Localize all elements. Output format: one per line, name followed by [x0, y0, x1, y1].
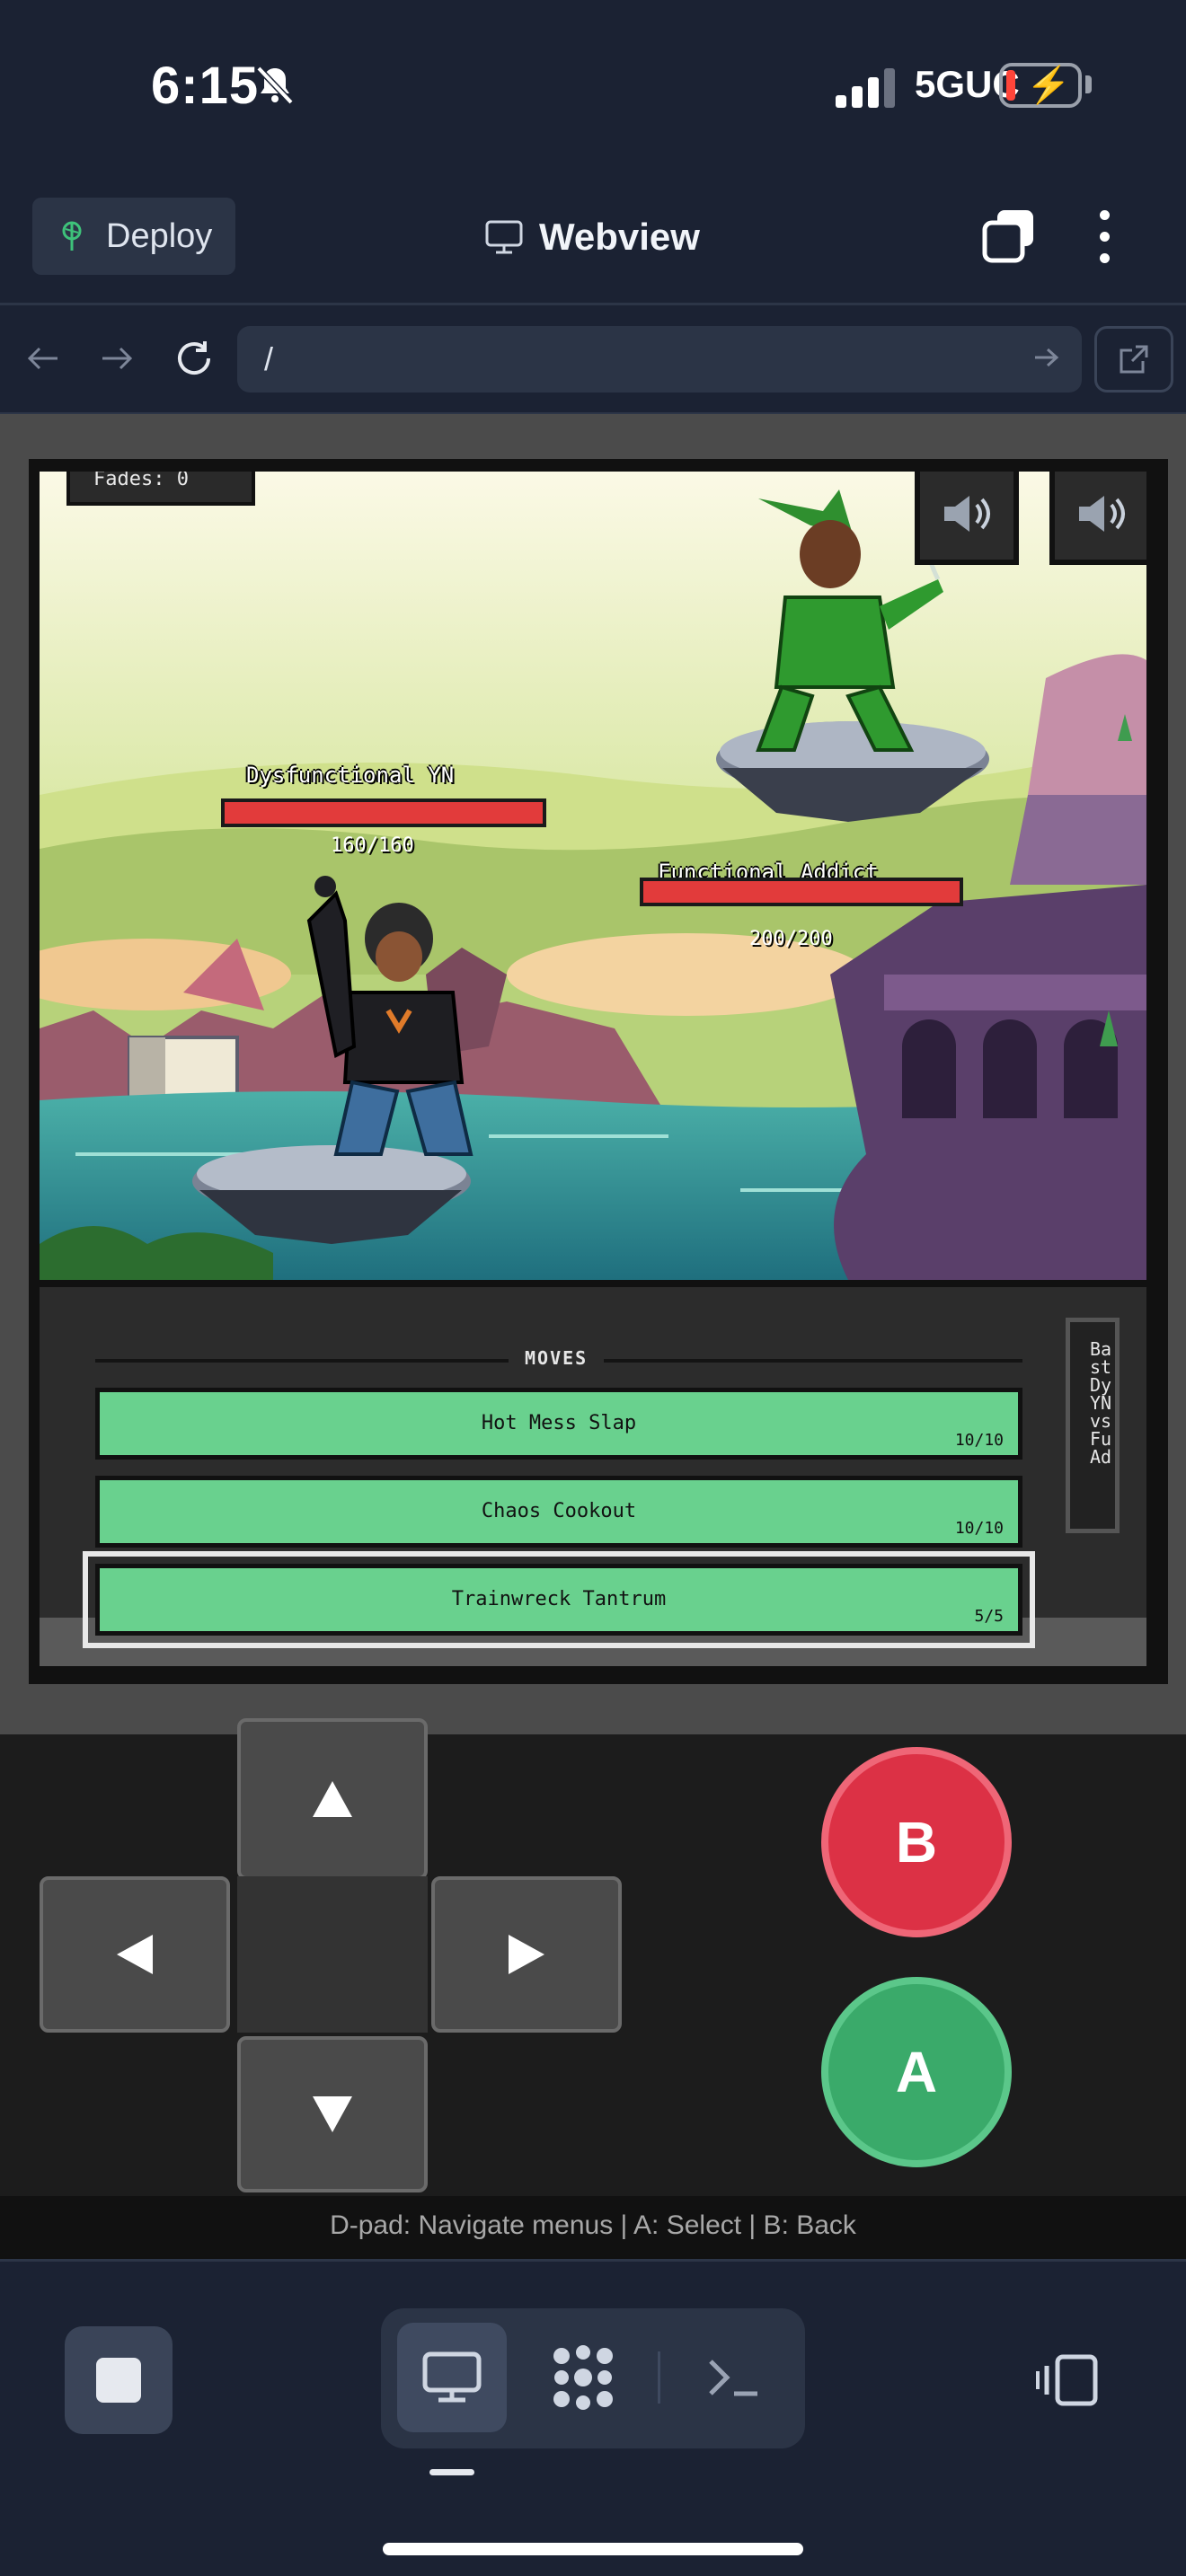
signal-icon [836, 66, 895, 108]
speaker-icon [944, 496, 990, 532]
deploy-label: Deploy [106, 216, 213, 255]
dpad-center [237, 1876, 428, 2033]
controls-hint: D-pad: Navigate menus | A: Select | B: B… [330, 2210, 856, 2240]
move-pp: 5/5 [974, 1607, 1004, 1626]
back-button[interactable] [16, 331, 70, 385]
arrow-up-icon [313, 1781, 352, 1817]
open-external-icon [1120, 345, 1148, 374]
desktop-icon [422, 2351, 482, 2403]
webview-toolbar: Deploy Webview [0, 171, 1186, 305]
back-arrow-icon [27, 347, 58, 370]
apps-grid-icon [553, 2345, 613, 2410]
player-hp-text: 160/160 [331, 834, 414, 857]
a-button[interactable]: A [821, 1977, 1012, 2167]
go-arrow-icon[interactable] [1033, 344, 1060, 371]
moves-header: MOVES [95, 1347, 1022, 1369]
game-area: Fades: 0 Dysfunctional YN 160/160 Functi… [0, 414, 1186, 1734]
bottom-nav [0, 2259, 1186, 2576]
url-bar: / [0, 308, 1186, 414]
desktop-mode-button[interactable] [397, 2323, 507, 2432]
opponent-hp-bar [640, 878, 963, 906]
mode-divider [658, 2351, 660, 2404]
active-mode-indicator [429, 2469, 474, 2475]
open-external-button[interactable] [1094, 326, 1173, 393]
fades-label: Fades: 0 [93, 472, 189, 490]
move-pp: 10/10 [954, 1431, 1004, 1450]
apps-mode-button[interactable] [528, 2323, 638, 2432]
move-button-trainwreck-tantrum[interactable]: Trainwreck Tantrum 5/5 [83, 1551, 1035, 1648]
arrow-down-icon [313, 2096, 352, 2132]
home-indicator[interactable] [383, 2543, 803, 2555]
status-bar: 6:15 5GUC ⚡ [0, 0, 1186, 171]
stop-button[interactable] [65, 2326, 173, 2434]
deploy-icon [62, 221, 82, 251]
status-time: 6:15 [151, 57, 260, 115]
move-button-hot-mess-slap[interactable]: Hot Mess Slap 10/10 [95, 1388, 1022, 1460]
fades-counter: Fades: 0 [66, 472, 255, 506]
reload-button[interactable] [167, 331, 221, 385]
b-button[interactable]: B [821, 1747, 1012, 1937]
dpad-down-button[interactable] [237, 2036, 428, 2192]
music-toggle-button[interactable] [915, 472, 1019, 565]
forward-arrow-icon [102, 347, 133, 370]
stop-icon [96, 2358, 141, 2403]
arrow-left-icon [117, 1935, 153, 1974]
sfx-toggle-button[interactable] [1049, 472, 1146, 565]
moves-panel: MOVES Hot Mess Slap 10/10 Chaos Cookout … [40, 1287, 1146, 1666]
url-value: / [264, 340, 274, 377]
side-panel-button[interactable] [1031, 2344, 1103, 2416]
terminal-icon [709, 2360, 757, 2396]
deploy-button[interactable]: Deploy [32, 198, 235, 275]
player-name: Dysfunctional YN [246, 763, 455, 788]
more-vertical-icon[interactable] [1098, 210, 1111, 264]
moves-title: MOVES [509, 1347, 605, 1369]
battery-nub [1085, 75, 1092, 93]
arrow-right-icon [509, 1935, 544, 1974]
dpad-left-button[interactable] [40, 1876, 230, 2033]
battle-log[interactable]: Ba st Dy YN vs Fu Ad [1066, 1318, 1120, 1533]
dpad-up-button[interactable] [237, 1718, 428, 1880]
speaker-icon [1079, 496, 1125, 532]
battle-background [40, 472, 1146, 1280]
url-input[interactable]: / [237, 326, 1082, 393]
battle-log-text: Ba st Dy YN vs Fu Ad [1090, 1338, 1112, 1468]
opponent-hp-text: 200/200 [749, 928, 833, 950]
bell-off-icon [256, 66, 294, 105]
battle-scene: Fades: 0 Dysfunctional YN 160/160 Functi… [40, 472, 1146, 1280]
dpad-right-button[interactable] [431, 1876, 622, 2033]
mode-switcher [381, 2308, 805, 2448]
move-name: Chaos Cookout [481, 1500, 637, 1522]
move-button-chaos-cookout[interactable]: Chaos Cookout 10/10 [95, 1476, 1022, 1548]
controls-hint-bar: D-pad: Navigate menus | A: Select | B: B… [0, 2196, 1186, 2259]
webview-title-label: Webview [539, 216, 700, 258]
move-name: Trainwreck Tantrum [451, 1588, 667, 1610]
monitor-icon [485, 220, 523, 254]
move-pp: 10/10 [954, 1519, 1004, 1538]
battery-charging-icon: ⚡ [999, 63, 1082, 108]
reload-icon [178, 341, 210, 375]
forward-button[interactable] [90, 331, 144, 385]
controller: B A [0, 1718, 1186, 2196]
webview-title: Webview [485, 216, 700, 259]
player-hp-bar [221, 798, 546, 827]
side-panel-icon [1036, 2354, 1098, 2406]
terminal-mode-button[interactable] [679, 2323, 789, 2432]
move-name: Hot Mess Slap [481, 1412, 637, 1434]
tabs-icon[interactable] [981, 208, 1037, 264]
